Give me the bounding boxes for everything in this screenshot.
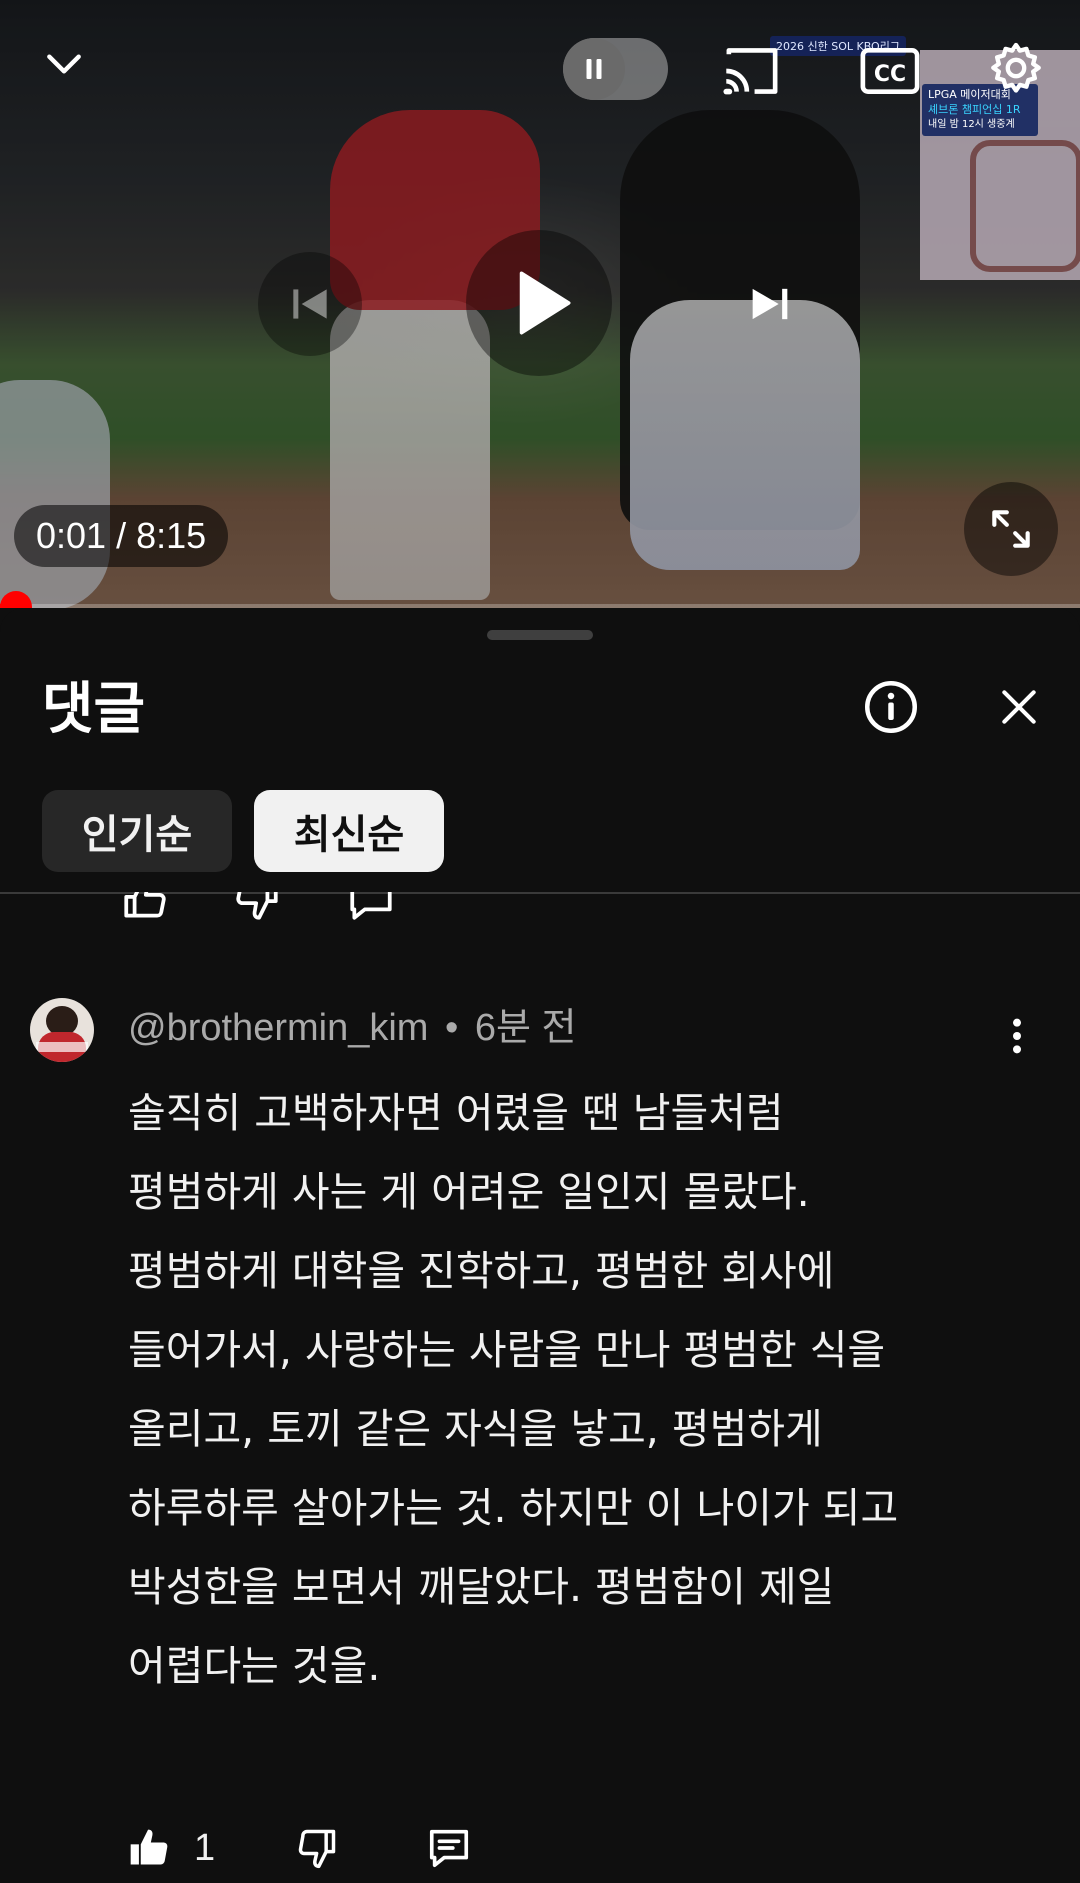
info-icon [865, 681, 917, 733]
next-video-button[interactable] [718, 252, 822, 356]
video-player[interactable]: 2026 신한 SOL KBO리그 LPGA 메이저대회 셰브론 챔피언십 1R… [0, 0, 1080, 608]
previous-comment-actions [120, 892, 480, 932]
more-vertical-icon [1013, 1018, 1021, 1054]
reply-button[interactable] [424, 1813, 474, 1883]
thumbs-up-icon [130, 1829, 168, 1865]
play-icon [519, 271, 571, 335]
comment-text: 솔직히 고백하자면 어렸을 땐 남들처럼 평범하게 사는 게 어려운 일인지 몰… [128, 1089, 899, 1690]
panel-drag-handle[interactable] [487, 630, 593, 640]
chevron-down-icon [47, 54, 81, 74]
fullscreen-icon [992, 510, 1030, 548]
thumbs-down-icon [298, 1829, 336, 1869]
info-button[interactable] [858, 674, 924, 740]
autoplay-knob [563, 38, 625, 100]
settings-button[interactable] [978, 30, 1054, 106]
dislike-button[interactable] [292, 1813, 342, 1883]
thumbs-up-icon[interactable] [120, 892, 170, 924]
comment-meta: @brothermin_kim • 6분 전 [128, 998, 577, 1058]
cast-icon [723, 48, 778, 95]
current-time: 0:01 [36, 515, 107, 556]
pause-icon [586, 59, 602, 79]
panel-title: 댓글 [42, 677, 146, 742]
sort-chip-top[interactable]: 인기순 [42, 790, 232, 872]
close-icon [1002, 690, 1036, 724]
comment-time: 6분 전 [474, 1007, 577, 1049]
previous-video-button[interactable] [258, 252, 362, 356]
time-display: 0:01 / 8:15 [14, 505, 229, 567]
avatar[interactable] [30, 998, 94, 1062]
sort-chips: 인기순 최신순 [42, 790, 444, 872]
captions-button[interactable]: CC [854, 38, 926, 104]
reply-icon [429, 1829, 469, 1868]
sort-chip-newest[interactable]: 최신순 [254, 790, 444, 872]
comments-panel: 댓글 인기순 최신순 @brothermin_kim • 6분 전 솔직히 고백… [0, 608, 1080, 1869]
play-button[interactable] [466, 230, 612, 376]
autoplay-toggle[interactable] [563, 38, 668, 100]
cc-icon: CC [860, 48, 920, 94]
comment-author[interactable]: @brothermin_kim [128, 1007, 428, 1049]
meta-separator: • [445, 1007, 459, 1049]
svg-text:CC: CC [874, 62, 906, 87]
broadcast-line-3: 내일 밤 12시 생중계 [928, 119, 1015, 130]
collapse-player-button[interactable] [28, 28, 100, 100]
skip-next-icon [752, 288, 788, 320]
skip-previous-icon [293, 289, 327, 319]
gear-icon [991, 42, 1041, 93]
like-button[interactable] [124, 1813, 174, 1883]
total-duration: 8:15 [136, 515, 207, 556]
time-separator: / [106, 515, 137, 556]
fullscreen-button[interactable] [964, 482, 1058, 576]
close-button[interactable] [986, 674, 1052, 740]
cast-button[interactable] [716, 38, 788, 104]
like-count: 1 [194, 1826, 216, 1869]
reply-icon[interactable] [346, 892, 396, 924]
comment-actions: 1 [124, 1813, 474, 1883]
thumbs-down-icon[interactable] [232, 892, 282, 924]
comment-more-button[interactable] [994, 1006, 1040, 1066]
